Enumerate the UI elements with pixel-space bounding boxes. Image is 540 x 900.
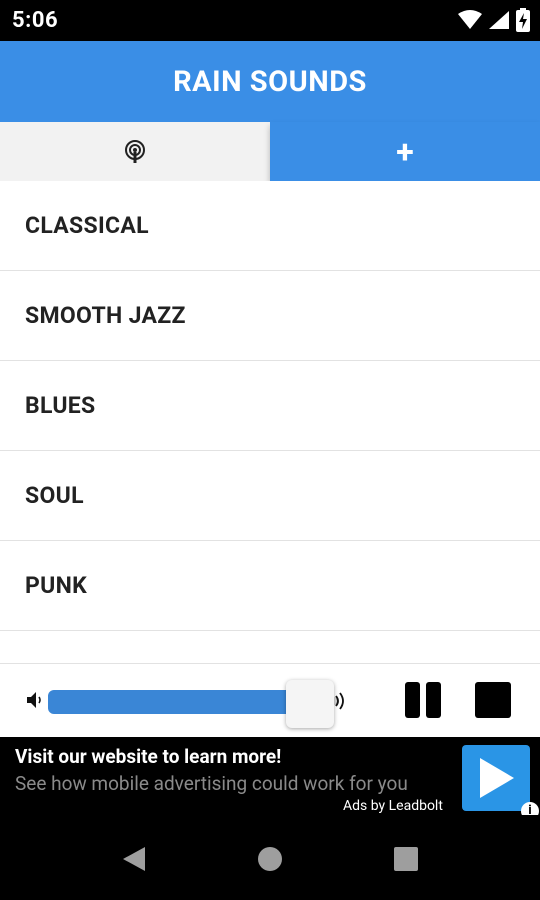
- wifi-icon: [458, 10, 482, 29]
- status-bar: 5:06: [0, 0, 540, 41]
- ad-subtext: See how mobile advertising could work fo…: [15, 772, 408, 795]
- ad-headline: Visit our website to learn more!: [15, 745, 282, 768]
- play-icon: [480, 758, 514, 798]
- list-item[interactable]: SOUL: [0, 451, 540, 541]
- list-item-label: PUNK: [25, 572, 88, 599]
- status-icons: [458, 8, 530, 32]
- plus-icon: +: [396, 132, 414, 171]
- volume-slider[interactable]: [48, 680, 344, 728]
- system-nav-bar: [0, 815, 540, 900]
- pause-icon: [426, 682, 441, 718]
- tab-stations[interactable]: [0, 122, 270, 181]
- back-icon[interactable]: [121, 845, 147, 873]
- list-item[interactable]: SMOOTH JAZZ: [0, 271, 540, 361]
- home-icon[interactable]: [257, 845, 283, 873]
- cell-signal-icon: [489, 11, 509, 29]
- station-list: CLASSICAL SMOOTH JAZZ BLUES SOUL PUNK: [0, 181, 540, 663]
- ad-attribution: Ads by Leadbolt: [343, 798, 443, 814]
- battery-charging-icon: [516, 8, 530, 32]
- tab-bar: +: [0, 122, 540, 181]
- pause-icon: [405, 682, 420, 718]
- ad-banner[interactable]: Visit our website to learn more! See how…: [0, 737, 540, 820]
- podcast-icon: [125, 139, 145, 163]
- stop-button[interactable]: [475, 682, 511, 718]
- list-item-label: CLASSICAL: [25, 212, 149, 239]
- tab-add[interactable]: +: [270, 122, 540, 181]
- list-item[interactable]: [0, 631, 540, 663]
- pause-button[interactable]: [405, 682, 441, 718]
- list-item[interactable]: BLUES: [0, 361, 540, 451]
- volume-high-icon: [335, 692, 344, 710]
- status-time: 5:06: [12, 8, 59, 33]
- ad-cta-button[interactable]: [462, 745, 530, 811]
- player-bar: [0, 663, 540, 737]
- list-item[interactable]: CLASSICAL: [0, 181, 540, 271]
- list-item[interactable]: PUNK: [0, 541, 540, 631]
- recents-icon[interactable]: [393, 845, 419, 873]
- list-item-label: BLUES: [25, 392, 96, 419]
- volume-thumb[interactable]: [286, 680, 334, 728]
- list-item-label: SMOOTH JAZZ: [25, 302, 186, 329]
- volume-low-icon: [27, 692, 41, 708]
- volume-fill: [48, 690, 292, 714]
- list-item-label: SOUL: [25, 482, 84, 509]
- app-bar: RAIN SOUNDS: [0, 41, 540, 122]
- app-title: RAIN SOUNDS: [173, 64, 367, 99]
